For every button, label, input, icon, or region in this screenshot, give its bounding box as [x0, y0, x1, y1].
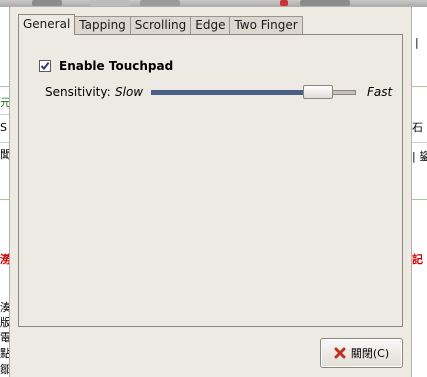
background-rule: [412, 86, 427, 87]
slow-label: Slow: [115, 85, 144, 99]
touchpad-preferences-dialog: General Tapping Scrolling Edge Two Finge…: [10, 7, 411, 377]
background-tab: [300, 0, 350, 6]
background-rule: [0, 86, 10, 87]
background-text: | 鋆: [412, 150, 427, 163]
background-rule: [0, 199, 10, 200]
close-x-icon: [334, 347, 346, 359]
background-text: S: [0, 121, 7, 134]
tab-bar: General Tapping Scrolling Edge Two Finge…: [18, 14, 303, 35]
checkmark-icon: [40, 61, 50, 71]
enable-touchpad-label: Enable Touchpad: [59, 59, 174, 73]
general-tab-panel: Enable Touchpad Sensitivity: Slow Fast: [18, 34, 403, 327]
fast-label: Fast: [367, 85, 393, 99]
background-text: 記: [412, 253, 423, 266]
tab-scrolling[interactable]: Scrolling: [130, 16, 192, 34]
slider-thumb[interactable]: [303, 85, 333, 99]
background-text: |: [415, 36, 419, 49]
background-rule: [412, 199, 427, 200]
background-tab: [32, 0, 62, 6]
background-tab: [90, 0, 130, 6]
background-page-left: 元 S 聞 澇 湊 版 電 點 鄒: [0, 7, 11, 377]
tab-two-finger[interactable]: Two Finger: [230, 16, 303, 34]
enable-touchpad-checkbox[interactable]: [39, 60, 51, 72]
background-page-right: | 石 | 鋆 記: [412, 7, 427, 377]
close-button[interactable]: 關閉(C): [320, 338, 403, 368]
sensitivity-row: Sensitivity: Slow Fast: [45, 84, 393, 102]
background-rule: [0, 142, 10, 143]
sensitivity-slider[interactable]: [151, 84, 356, 102]
enable-touchpad-row: Enable Touchpad: [39, 58, 173, 74]
background-browser-tabbar: [0, 0, 427, 7]
close-button-label: 關閉(C): [350, 347, 390, 360]
background-rule: [412, 142, 427, 143]
slider-fill: [151, 90, 305, 95]
background-text: 石: [412, 121, 423, 134]
background-rule: [0, 114, 10, 115]
tab-tapping[interactable]: Tapping: [75, 16, 131, 34]
sensitivity-label: Sensitivity:: [45, 85, 111, 99]
background-tab-icon: [280, 0, 288, 6]
background-tab: [140, 0, 180, 6]
tab-edge[interactable]: Edge: [191, 16, 231, 34]
tab-general[interactable]: General: [18, 14, 76, 35]
